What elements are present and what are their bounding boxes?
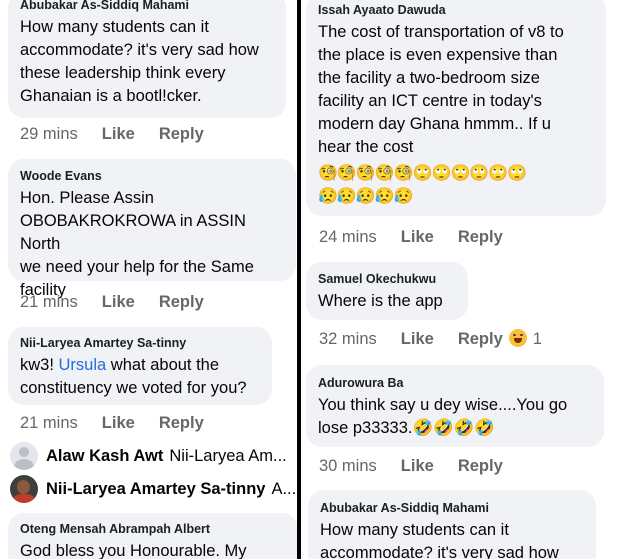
emoji-line: 🧐🧐🧐🧐🧐🙄🙄🙄🙄🙄🙄 xyxy=(318,165,527,182)
comment-actions: 32 mins Like Reply 1 xyxy=(319,327,542,351)
comment-text: God bless you Honourable. My xyxy=(20,542,247,559)
comment-text: The cost of transportation of v8 to the … xyxy=(318,23,564,156)
haha-reaction-icon[interactable] xyxy=(508,329,527,347)
reply-author[interactable]: Nii-Laryea Amartey Sa-tinny xyxy=(46,480,265,499)
like-button[interactable]: Like xyxy=(102,411,135,435)
comment-actions: 24 mins Like Reply xyxy=(319,225,527,249)
reply-button[interactable]: Reply xyxy=(159,122,204,146)
comment-actions: 21 mins Like Reply xyxy=(20,290,228,314)
like-button[interactable]: Like xyxy=(102,290,135,314)
like-button[interactable]: Like xyxy=(401,225,434,249)
comment-actions: 21 mins Like Reply xyxy=(20,411,228,435)
comment-actions: 29 mins Like Reply xyxy=(20,122,228,146)
left-comments-column: Abubakar As-Siddiq Mahami How many stude… xyxy=(0,0,297,559)
comment-bubble: Issah Ayaato Dawuda The cost of transpor… xyxy=(306,0,606,216)
comment-text: kw3! Ursula what about the constituency … xyxy=(20,354,260,400)
comment-text: Where is the app xyxy=(318,292,443,310)
reaction-count[interactable]: 1 xyxy=(533,327,542,351)
comment-bubble: Nii-Laryea Amartey Sa-tinny kw3! Ursula … xyxy=(8,327,272,405)
reply-button[interactable]: Reply xyxy=(458,225,503,249)
comment-text: Hon. Please Assin OBOBAKROKROWA in ASSIN… xyxy=(20,189,254,299)
avatar[interactable] xyxy=(10,442,38,470)
reply-preview-row[interactable]: Nii-Laryea Amartey Sa-tinny A... xyxy=(10,475,297,503)
right-comments-column: Issah Ayaato Dawuda The cost of transpor… xyxy=(301,0,620,559)
comment-time[interactable]: 21 mins xyxy=(20,290,78,314)
reply-button[interactable]: Reply xyxy=(159,411,204,435)
comment-time[interactable]: 30 mins xyxy=(319,454,377,478)
reply-button[interactable]: Reply xyxy=(458,327,503,351)
comment-text-start: kw3! xyxy=(20,356,59,374)
comment-text: You think say u dey wise....You go lose … xyxy=(318,396,568,437)
comment-time[interactable]: 21 mins xyxy=(20,411,78,435)
like-button[interactable]: Like xyxy=(102,122,135,146)
comment-actions: 30 mins Like Reply xyxy=(319,454,527,478)
emoji-line: 😥😥😥😥😥 xyxy=(318,188,414,205)
comment-author[interactable]: Adurowura Ba xyxy=(318,365,592,390)
like-button[interactable]: Like xyxy=(401,327,434,351)
comment-author[interactable]: Abubakar As-Siddiq Mahami xyxy=(320,490,584,515)
mention-link[interactable]: Ursula xyxy=(59,356,107,374)
comment-bubble: Woode Evans Hon. Please Assin OBOBAKROKR… xyxy=(8,159,296,299)
comment-author[interactable]: Issah Ayaato Dawuda xyxy=(318,0,594,17)
comment-time[interactable]: 29 mins xyxy=(20,122,78,146)
comment-time[interactable]: 24 mins xyxy=(319,225,377,249)
like-button[interactable]: Like xyxy=(401,454,434,478)
avatar[interactable] xyxy=(10,475,38,503)
comment-text: How many students can it accommodate? it… xyxy=(320,521,559,559)
reply-button[interactable]: Reply xyxy=(458,454,503,478)
reply-button[interactable]: Reply xyxy=(159,290,204,314)
comment-bubble: Abubakar As-Siddiq Mahami How many stude… xyxy=(308,490,596,559)
reply-preview-row[interactable]: Alaw Kash Awt Nii-Laryea Am... xyxy=(10,442,297,470)
reply-text: Nii-Laryea Am... xyxy=(169,446,287,465)
comment-author[interactable]: Abubakar As-Siddiq Mahami xyxy=(20,0,274,12)
comment-bubble: Abubakar As-Siddiq Mahami How many stude… xyxy=(8,0,286,118)
comment-author[interactable]: Oteng Mensah Abrampah Albert xyxy=(20,513,286,536)
comment-time[interactable]: 32 mins xyxy=(319,327,377,351)
comment-text: How many students can it accommodate? it… xyxy=(20,18,259,105)
reply-text: A... xyxy=(271,479,297,498)
comment-author[interactable]: Woode Evans xyxy=(20,159,284,183)
comment-author[interactable]: Nii-Laryea Amartey Sa-tinny xyxy=(20,327,260,350)
comment-author[interactable]: Samuel Okechukwu xyxy=(318,262,456,286)
comment-bubble: Adurowura Ba You think say u dey wise...… xyxy=(306,365,604,447)
comment-bubble: Oteng Mensah Abrampah Albert God bless y… xyxy=(8,513,297,559)
comment-bubble: Samuel Okechukwu Where is the app xyxy=(306,262,468,320)
reply-author[interactable]: Alaw Kash Awt xyxy=(46,447,163,466)
